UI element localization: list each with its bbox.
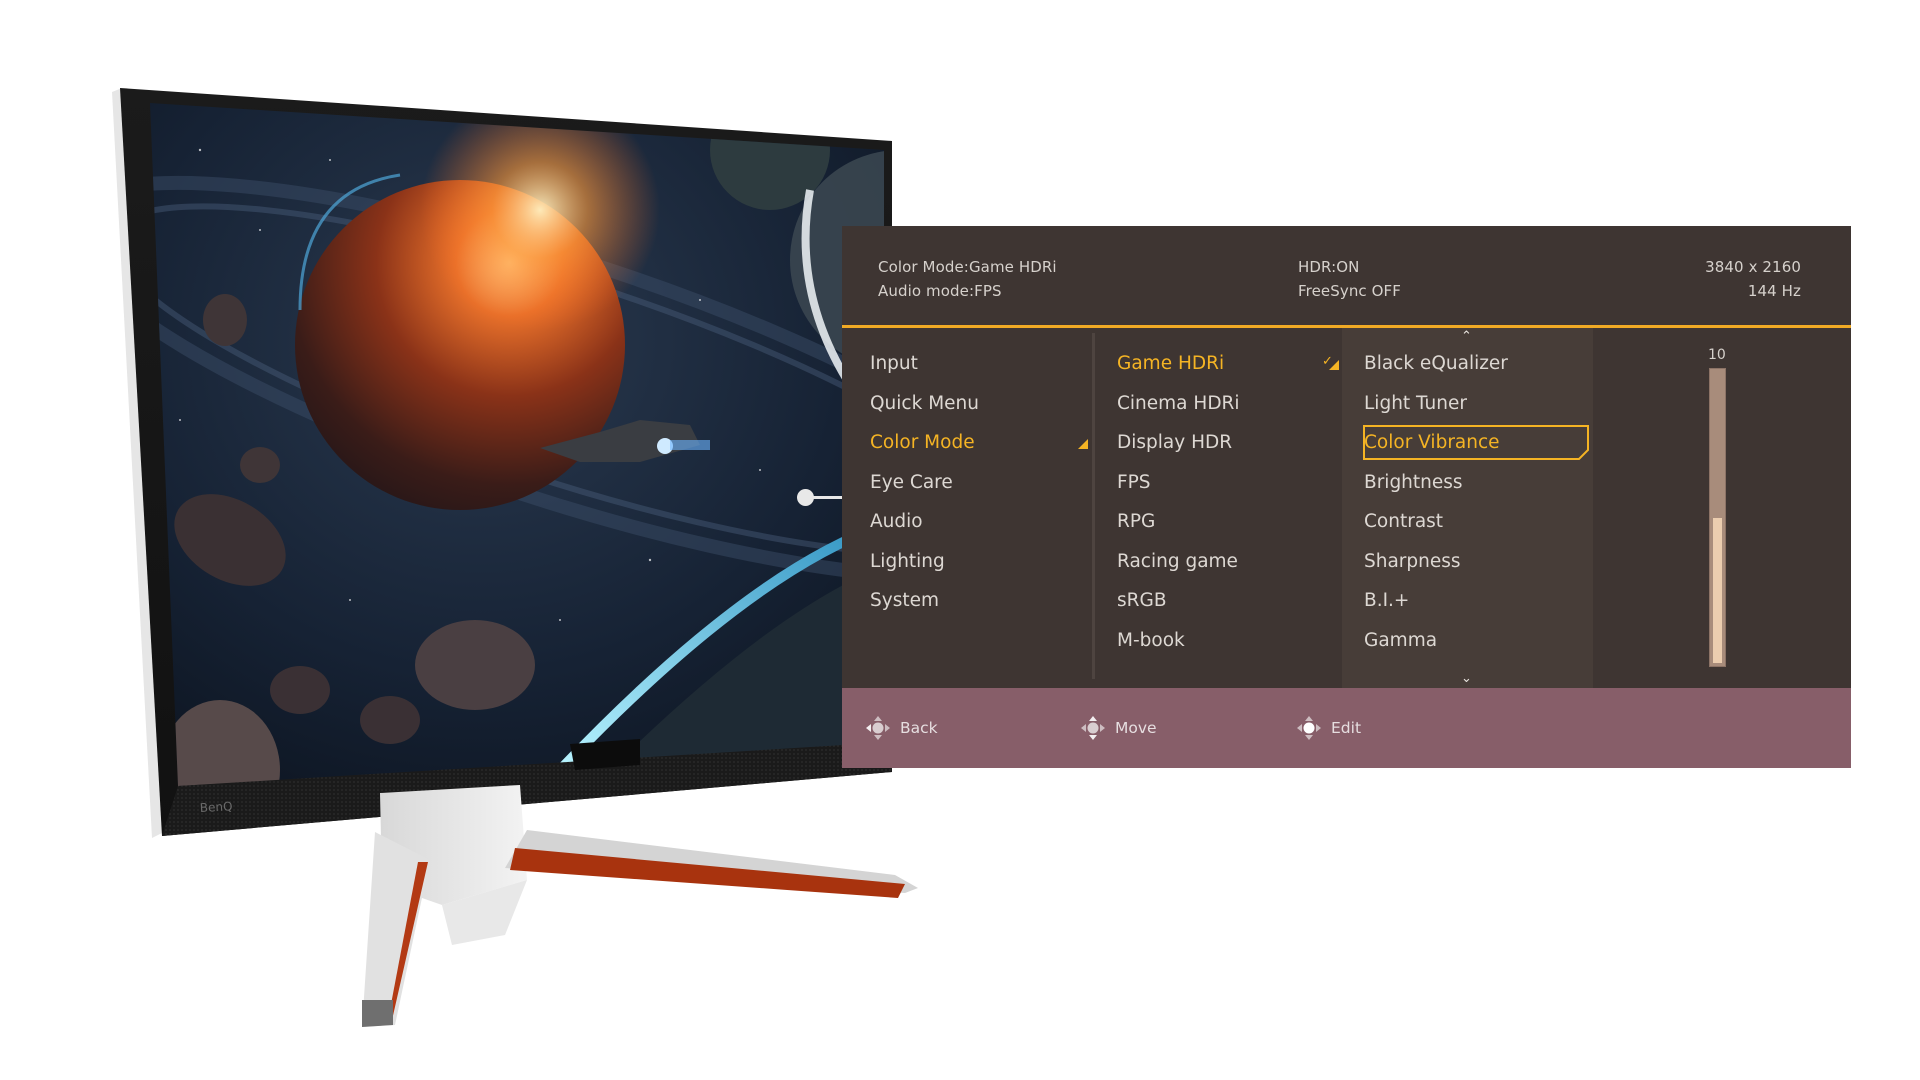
callout-line <box>810 496 843 499</box>
brand-logo: BenQ <box>199 799 232 815</box>
back-label: Back <box>900 719 938 737</box>
setting-item-bi-plus[interactable]: B.I.+ <box>1364 589 1409 613</box>
edit-label: Edit <box>1331 719 1362 737</box>
audio-mode-status: Audio mode:FPS <box>878 282 1002 300</box>
color-mode-item-racing-game[interactable]: Racing game <box>1117 550 1238 574</box>
color-mode-item-rpg[interactable]: RPG <box>1117 510 1155 534</box>
chevron-up-icon[interactable]: ⌃ <box>1461 330 1472 343</box>
freesync-status: FreeSync OFF <box>1298 282 1402 300</box>
back-button[interactable]: Back <box>864 714 938 742</box>
slider-track[interactable] <box>1709 368 1726 667</box>
main-menu-item-system[interactable]: System <box>870 589 939 613</box>
osd-footer: Back Move Edit <box>842 688 1851 768</box>
setting-item-color-vibrance[interactable]: Color Vibrance <box>1364 431 1500 455</box>
column-divider <box>1092 333 1095 679</box>
color-mode-item-cinema-hdri[interactable]: Cinema HDRi <box>1117 392 1240 416</box>
main-menu-item-input[interactable]: Input <box>870 352 918 376</box>
main-menu-item-eye-care[interactable]: Eye Care <box>870 471 953 495</box>
refresh-rate-status: 144 Hz <box>1747 282 1801 300</box>
joystick-left-icon <box>866 716 890 740</box>
color-mode-status: Color Mode:Game HDRi <box>878 258 1057 276</box>
setting-item-sharpness[interactable]: Sharpness <box>1364 550 1461 574</box>
main-menu-item-quick-menu[interactable]: Quick Menu <box>870 392 979 416</box>
setting-item-light-tuner[interactable]: Light Tuner <box>1364 392 1467 416</box>
hdr-status: HDR:ON <box>1298 258 1360 276</box>
sensor-bump <box>570 739 640 770</box>
move-label: Move <box>1115 719 1157 737</box>
setting-item-brightness[interactable]: Brightness <box>1364 471 1463 495</box>
slider-fill <box>1713 517 1722 663</box>
osd-status-header: Color Mode:Game HDRi Audio mode:FPS HDR:… <box>842 226 1851 325</box>
main-menu-item-lighting[interactable]: Lighting <box>870 550 945 574</box>
osd-menu: Color Mode:Game HDRi Audio mode:FPS HDR:… <box>842 226 1851 768</box>
setting-item-contrast[interactable]: Contrast <box>1364 510 1443 534</box>
joystick-press-icon <box>1297 716 1321 740</box>
joystick-updown-icon <box>1081 716 1105 740</box>
color-mode-item-srgb[interactable]: sRGB <box>1117 589 1167 613</box>
setting-item-gamma[interactable]: Gamma <box>1364 629 1437 653</box>
color-mode-item-game-hdri[interactable]: Game HDRi <box>1117 352 1224 376</box>
main-menu-item-color-mode[interactable]: Color Mode <box>870 431 975 455</box>
main-menu-item-audio[interactable]: Audio <box>870 510 923 534</box>
color-mode-item-display-hdr[interactable]: Display HDR <box>1117 431 1232 455</box>
color-mode-item-fps[interactable]: FPS <box>1117 471 1151 495</box>
move-button[interactable]: Move <box>1079 714 1157 742</box>
active-submenu-marker-icon <box>1078 439 1088 449</box>
active-submenu-marker-icon <box>1329 360 1339 370</box>
slider-value: 10 <box>1708 347 1726 363</box>
resolution-status: 3840 x 2160 <box>1705 258 1801 276</box>
color-mode-item-m-book[interactable]: M-book <box>1117 629 1185 653</box>
chevron-down-icon[interactable]: ⌄ <box>1461 672 1472 685</box>
setting-item-black-equalizer[interactable]: Black eQualizer <box>1364 352 1508 376</box>
edit-button[interactable]: Edit <box>1295 714 1361 742</box>
